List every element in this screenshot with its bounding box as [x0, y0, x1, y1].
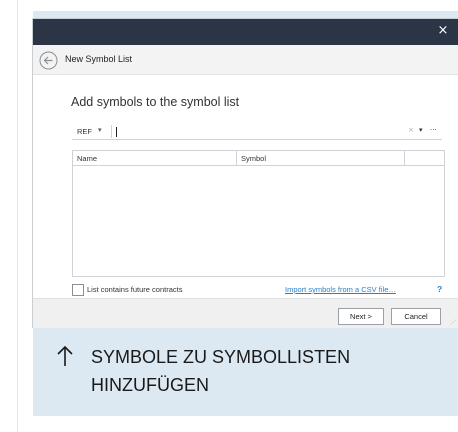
chevron-down-icon: ▾ — [98, 127, 102, 134]
text-cursor — [116, 127, 117, 137]
column-divider[interactable] — [236, 151, 237, 165]
reference-type-label: REF — [77, 127, 92, 136]
next-button[interactable]: Next > — [338, 308, 384, 325]
arrow-up-icon — [57, 345, 73, 366]
page-heading: Add symbols to the symbol list — [71, 95, 240, 109]
column-header-symbol[interactable]: Symbol — [241, 154, 266, 163]
window-titlebar: × — [33, 19, 458, 45]
dialog-navbar: New Symbol List — [33, 45, 458, 75]
future-contracts-label[interactable]: List contains future contracts — [87, 285, 182, 294]
resize-grip-icon[interactable]: ⋰ — [450, 319, 456, 326]
dropdown-arrow-icon[interactable]: ▾ — [419, 126, 423, 134]
more-options-icon[interactable]: ··· — [430, 126, 437, 134]
table-header: Name Symbol — [73, 151, 444, 166]
cancel-button[interactable]: Cancel — [391, 308, 441, 325]
left-divider — [17, 0, 18, 432]
dialog-title: New Symbol List — [65, 54, 133, 64]
column-header-name[interactable]: Name — [77, 154, 97, 163]
search-tools: × ▾ ··· — [404, 126, 442, 138]
close-icon[interactable]: × — [436, 23, 450, 39]
screenshot-card: × New Symbol List Add symbols to the sym… — [33, 11, 458, 416]
dialog-footer: Next > Cancel ⋰ — [33, 298, 458, 328]
symbol-search-row: REF ▾ × ▾ ··· — [72, 125, 442, 140]
symbol-search-input[interactable] — [114, 125, 384, 138]
back-arrow-circle-icon[interactable] — [39, 51, 58, 70]
caption-text: SYMBOLE ZU SYMBOLLISTEN HINZUFÜGEN — [91, 347, 351, 395]
reference-type-dropdown[interactable]: REF ▾ — [72, 125, 112, 138]
symbols-table[interactable]: Name Symbol — [72, 150, 445, 277]
clear-icon[interactable]: × — [408, 126, 414, 134]
help-icon[interactable]: ? — [437, 284, 442, 294]
future-contracts-checkbox[interactable] — [72, 284, 84, 296]
column-divider[interactable] — [404, 151, 405, 165]
new-symbol-list-dialog: × New Symbol List Add symbols to the sym… — [33, 19, 458, 328]
import-csv-link[interactable]: Import symbols from a CSV file… — [285, 285, 396, 294]
page: × New Symbol List Add symbols to the sym… — [0, 0, 458, 432]
